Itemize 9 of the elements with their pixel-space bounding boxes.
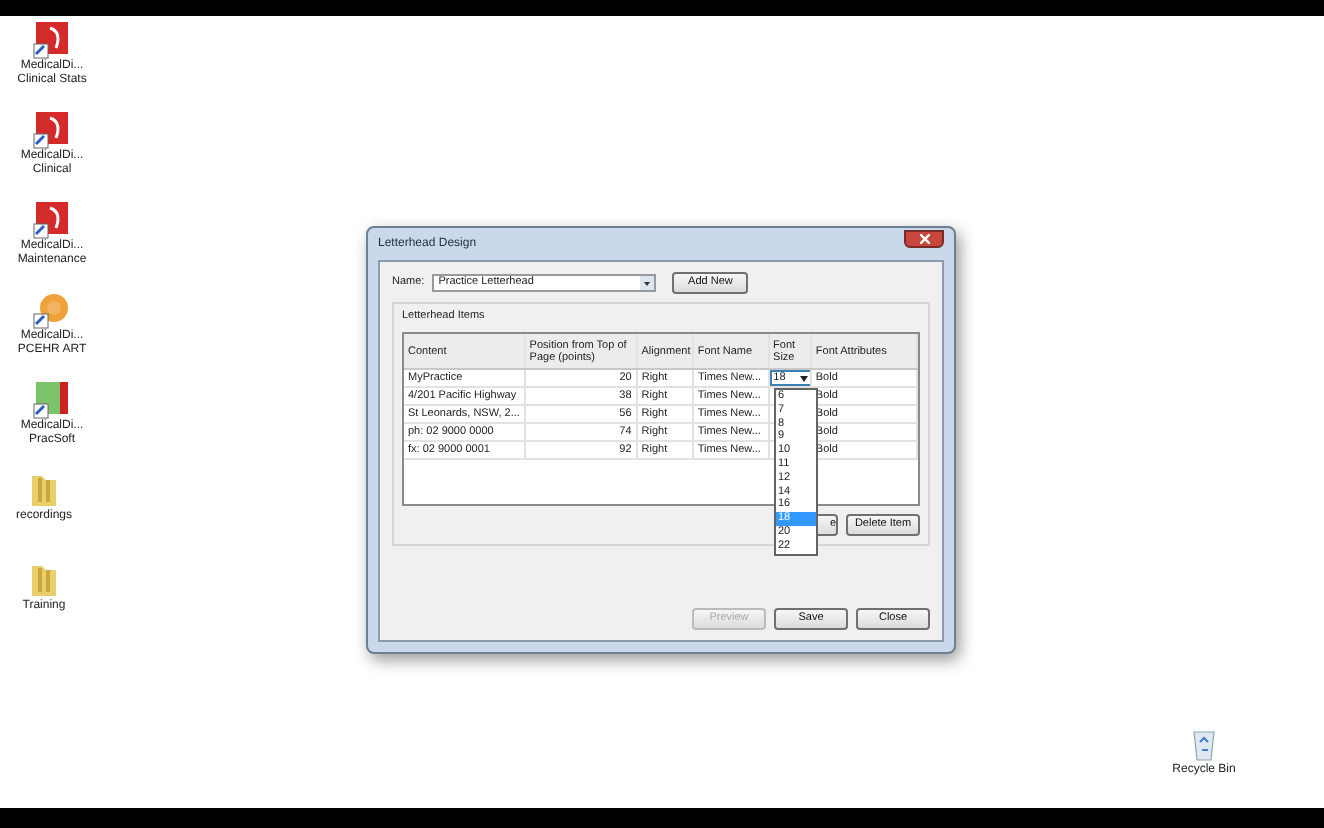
app-icon[interactable]	[32, 110, 72, 150]
app-icon[interactable]	[32, 200, 72, 240]
app-icon[interactable]	[32, 380, 72, 420]
close-button[interactable]	[904, 229, 944, 247]
app-icon[interactable]	[32, 290, 72, 330]
app-icon[interactable]	[32, 20, 72, 60]
dropdown-arrow-icon	[640, 276, 655, 290]
caret-icon	[799, 375, 808, 382]
close-icon	[919, 233, 929, 243]
